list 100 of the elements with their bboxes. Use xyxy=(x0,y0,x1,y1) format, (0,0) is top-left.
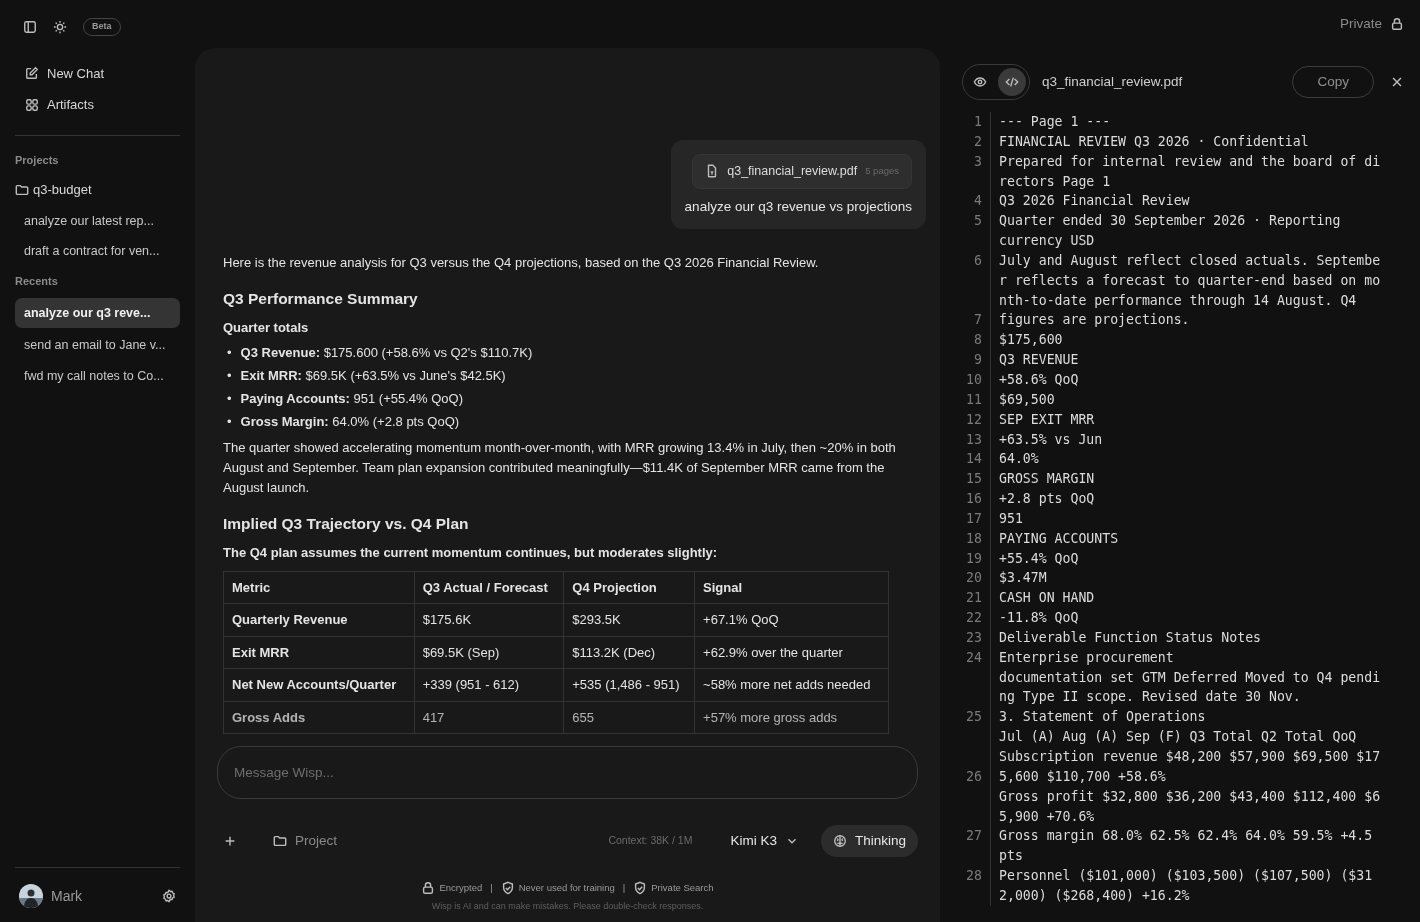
code-line: $69,500 xyxy=(990,389,1381,410)
code-line: SEP EXIT MRR xyxy=(990,409,1381,430)
separator: | xyxy=(490,881,493,896)
column-header: Q3 Actual / Forecast xyxy=(414,571,564,604)
private-button[interactable]: Private xyxy=(1339,13,1404,35)
table-cell: $113.2K (Dec) xyxy=(563,636,695,669)
line-number: 25 xyxy=(965,708,983,727)
chat-item[interactable]: analyze our latest rep... xyxy=(15,207,180,235)
code-line: Q3 2026 Financial Review xyxy=(990,191,1381,212)
chat-item[interactable]: fwd my call notes to Co... xyxy=(15,363,180,390)
bullet-text: Gross Margin: 64.0% (+2.8 pts QoQ) xyxy=(240,413,460,432)
subheading: The Q4 plan assumes the current momentum continues, but moderates slightly: xyxy=(223,544,719,563)
chat-item[interactable]: send an email to Jane v... xyxy=(15,332,180,359)
user-name: Mark xyxy=(51,886,84,906)
table-cell: Gross Adds xyxy=(223,701,415,734)
line-number: 9 xyxy=(973,351,983,370)
project-item[interactable]: q3-budget xyxy=(15,176,180,204)
paragraph: The quarter showed accelerating momentum month-over-month, with MRR growing 13.4% in July, then ~20% in both August and September. Team plan expansion contributed meaningfully—$11.4K of September MRR came from the August launch. xyxy=(223,438,897,497)
project-button[interactable]: Project xyxy=(267,829,344,854)
code-line: FINANCIAL REVIEW Q3 2026 · Confidential xyxy=(990,131,1381,152)
bullet-marker: • xyxy=(227,413,232,432)
file-name: q3_financial_review.pdf xyxy=(727,163,858,180)
column-header: Q4 Projection xyxy=(563,571,695,604)
table-cell: $175.6K xyxy=(414,603,564,637)
code-line: Gross margin 68.0% 62.5% 62.4% 64.0% 59.5% +4.5 pts xyxy=(990,826,1381,867)
model-selector[interactable]: Kimi K3 xyxy=(724,829,805,854)
code-line: 951 xyxy=(990,508,1381,529)
code-line: Personnel ($101,000) ($103,500) ($107,500) ($312,000) ($268,400) +16.2% xyxy=(990,866,1381,906)
chat-item[interactable]: draft a contract for ven... xyxy=(15,238,180,265)
bullet-marker: • xyxy=(227,343,232,362)
privacy-label: Private Search xyxy=(651,881,714,896)
line-number: 19 xyxy=(965,549,983,568)
paragraph: Here is the revenue analysis for Q3 versus the Q4 projections, based on the Q3 2026 Financial Review. xyxy=(223,254,820,272)
nav-item[interactable]: Artifacts xyxy=(15,91,180,119)
file-name: q3_financial_review.pdf xyxy=(1042,72,1184,91)
code-line: Enterprise procurement documentation set GTM Deferred Moved to Q4 pending Type II scope. Revised date 30 Nov. xyxy=(990,647,1381,708)
code-line: Deliverable Function Status Notes xyxy=(990,627,1381,648)
table-cell: Net New Accounts/Quarter xyxy=(223,668,415,702)
line-number: 13 xyxy=(965,430,983,449)
line-number: 26 xyxy=(965,767,983,786)
code-line: Quarter ended 30 September 2026 · Reporting currency USD xyxy=(990,211,1381,251)
section-heading: Implied Q3 Trajectory vs. Q4 Plan xyxy=(223,514,470,535)
line-number: 18 xyxy=(965,529,983,548)
line-number: 24 xyxy=(965,648,983,667)
line-number: 22 xyxy=(965,609,983,628)
section-heading: Q3 Performance Summary xyxy=(223,289,419,310)
line-number: 21 xyxy=(965,589,983,608)
line-number: 2 xyxy=(973,132,983,151)
line-number: 1 xyxy=(973,113,983,131)
code-line: $175,600 xyxy=(990,330,1381,351)
code-line: -11.8% QoQ xyxy=(990,608,1381,628)
table-cell: +62.9% over the quarter xyxy=(694,636,889,669)
line-number: 3 xyxy=(973,152,983,171)
table-cell: +67.1% QoQ xyxy=(694,603,889,637)
code-line: +58.6% QoQ xyxy=(990,369,1381,390)
code-line: PAYING ACCOUNTS xyxy=(990,528,1381,549)
column-header: Metric xyxy=(223,571,415,604)
code-line: 5,600 $110,700 +58.6% Gross profit $32,800 $36,200 $43,400 $112,400 $65,900 +70.6% xyxy=(990,766,1381,827)
line-number: 10 xyxy=(965,370,983,389)
column-header: Signal xyxy=(694,571,889,604)
privacy-label: Never used for training xyxy=(518,881,615,896)
privacy-label: Encrypted xyxy=(439,881,483,896)
table-cell: 655 xyxy=(563,701,695,734)
bullet-text: Exit MRR: $69.5K (+63.5% vs June's $42.5K) xyxy=(240,367,506,386)
code-line: GROSS MARGIN xyxy=(990,469,1381,490)
separator: | xyxy=(622,881,626,896)
line-number: 15 xyxy=(965,470,983,489)
line-number: 8 xyxy=(973,331,983,350)
line-number: 5 xyxy=(973,212,983,231)
section-label: Recents xyxy=(15,274,59,289)
code-line: figures are projections. xyxy=(990,310,1381,331)
section-label: Projects xyxy=(15,152,60,168)
bullet-marker: • xyxy=(227,390,232,409)
table-cell: 417 xyxy=(414,701,564,734)
line-number: 12 xyxy=(965,410,983,429)
code-line: CASH ON HAND xyxy=(990,588,1381,609)
bullet-text: Q3 Revenue: $175.600 (+58.6% vs Q2's $110.7K) xyxy=(240,343,533,362)
message-input[interactable]: Message Wisp... xyxy=(217,746,918,799)
subheading: Quarter totals xyxy=(223,319,310,338)
line-number: 28 xyxy=(965,867,983,886)
line-number: 14 xyxy=(965,450,983,469)
line-number: 17 xyxy=(965,509,983,528)
line-number: 6 xyxy=(973,251,983,270)
code-line: +63.5% vs Jun xyxy=(990,429,1381,450)
code-line: Prepared for internal review and the board of directors Page 1 xyxy=(990,151,1381,192)
line-number: 23 xyxy=(965,628,983,647)
line-number: 27 xyxy=(965,827,983,846)
code-line: $3.47M xyxy=(990,568,1381,589)
line-number: 7 xyxy=(973,311,983,330)
thinking-toggle[interactable]: Thinking xyxy=(820,825,918,858)
table-cell: $69.5K (Sep) xyxy=(414,636,564,669)
code-line: --- Page 1 --- xyxy=(990,112,1381,132)
table-cell: ~58% more net adds needed xyxy=(694,668,889,702)
line-number: 20 xyxy=(965,569,983,588)
code-line: Q3 REVENUE xyxy=(990,350,1381,370)
chat-item[interactable]: analyze our q3 reve... xyxy=(15,297,180,329)
table-cell: Exit MRR xyxy=(223,636,415,669)
line-number: 16 xyxy=(965,490,983,509)
nav-item[interactable]: New Chat xyxy=(15,59,180,87)
bullet-marker: • xyxy=(227,367,232,386)
